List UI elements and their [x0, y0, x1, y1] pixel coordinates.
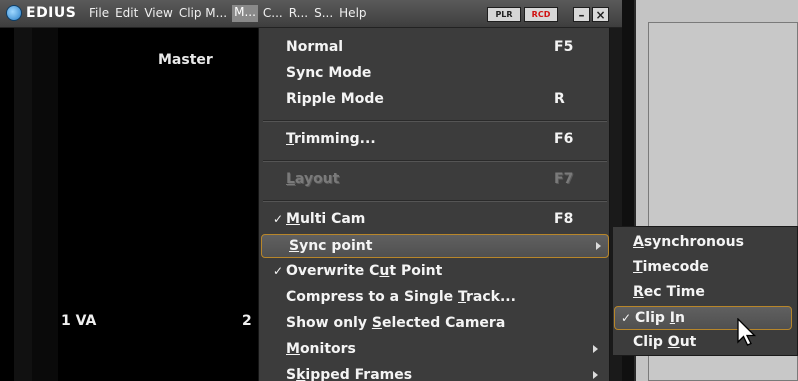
menu-item-label: Ripple Mode — [286, 91, 384, 107]
menu-item[interactable]: Trimming... F6 — [259, 128, 611, 152]
menu-item[interactable]: Compress to a Single Track... — [259, 286, 611, 310]
title-bar: EDIUS File Edit View Clip M... M... C... R... S… — [0, 0, 622, 28]
submenu-item-label: Rec Time — [633, 284, 705, 300]
menu-item-shortcut: F5 — [554, 39, 574, 55]
menu-item[interactable]: ✓ Overwrite Cut Point — [259, 260, 611, 284]
menu-item-label: Layout — [286, 171, 340, 187]
minimize-button[interactable]: – — [573, 7, 590, 22]
app-logo: EDIUS — [6, 5, 76, 21]
menubar-item[interactable]: R... — [288, 6, 309, 22]
track-number: 2 — [242, 313, 252, 329]
menu-separator — [263, 160, 607, 162]
menu-bar: File Edit View Clip M... M... C... R... S... Hel… — [88, 5, 368, 22]
panel-strip — [32, 28, 58, 381]
submenu-item-label: Timecode — [633, 259, 709, 275]
menu-separator — [263, 120, 607, 122]
submenu-arrow-icon — [593, 371, 598, 379]
submenu-arrow-icon — [593, 345, 598, 353]
menu-item-shortcut: F8 — [554, 211, 574, 227]
menu-item[interactable]: Normal F5 — [259, 36, 611, 60]
submenu-item[interactable]: ✓ Clip In — [614, 306, 792, 330]
menu-item-label: Monitors — [286, 341, 356, 357]
menu-item-shortcut: F6 — [554, 131, 574, 147]
submenu-item[interactable]: Asynchronous — [613, 231, 797, 255]
edius-logo-icon — [6, 5, 22, 21]
panel-strip — [14, 28, 32, 381]
menu-item[interactable]: Sync Mode — [259, 62, 611, 86]
master-label: Master — [158, 52, 213, 68]
menubar-item[interactable]: File — [88, 6, 110, 22]
submenu-item[interactable]: Rec Time — [613, 281, 797, 305]
menu-item-label: Show only Selected Camera — [286, 315, 506, 331]
menu-separator — [263, 200, 607, 202]
checkmark-icon: ✓ — [621, 311, 632, 325]
menu-item-shortcut: R — [554, 91, 565, 107]
menubar-item[interactable]: M... — [232, 5, 258, 22]
menu-item[interactable]: Ripple Mode R — [259, 88, 611, 112]
submenu-item[interactable]: Clip Out — [613, 331, 797, 355]
menu-item-label: Multi Cam — [286, 211, 366, 227]
menubar-item[interactable]: Edit — [114, 6, 139, 22]
menu-item[interactable]: ✓ Multi Cam F8 — [259, 208, 611, 232]
menu-item-label: Overwrite Cut Point — [286, 263, 443, 279]
checkmark-icon: ✓ — [273, 264, 284, 278]
menu-item[interactable]: Skipped Frames — [259, 364, 611, 381]
sync-point-submenu: Asynchronous Timecode Rec Time ✓ Clip In Clip… — [612, 226, 798, 356]
menu-item-label: Sync Mode — [286, 65, 372, 81]
menu-item-shortcut: F7 — [554, 171, 574, 187]
menu-item[interactable]: Show only Selected Camera — [259, 312, 611, 336]
submenu-item-label: Asynchronous — [633, 234, 744, 250]
submenu-item-label: Clip In — [635, 310, 685, 326]
app-name: EDIUS — [26, 5, 77, 21]
menu-item-label: Sync point — [289, 238, 373, 254]
track-label: 1 VA — [61, 313, 97, 329]
submenu-arrow-icon — [596, 242, 601, 250]
submenu-item[interactable]: Timecode — [613, 256, 797, 280]
menubar-item[interactable]: S... — [313, 6, 334, 22]
plr-button[interactable]: PLR — [487, 7, 521, 22]
menu-item[interactable]: Sync point — [261, 234, 609, 258]
close-button[interactable]: × — [592, 7, 609, 22]
rcd-button[interactable]: RCD — [524, 7, 558, 22]
checkmark-icon: ✓ — [273, 212, 284, 226]
menu-item[interactable]: Monitors — [259, 338, 611, 362]
submenu-item-label: Clip Out — [633, 334, 697, 350]
menu-item: Layout F7 — [259, 168, 611, 192]
menubar-item[interactable]: Help — [338, 6, 367, 22]
mode-menu: Normal F5 Sync Mode Ripple Mode R Trimming...… — [258, 28, 610, 381]
menu-item-label: Normal — [286, 39, 344, 55]
menubar-item[interactable]: View — [143, 6, 173, 22]
menu-item-label: Skipped Frames — [286, 367, 413, 381]
menubar-item[interactable]: Clip M... — [178, 6, 228, 22]
mouse-cursor-icon — [737, 318, 757, 346]
menubar-item[interactable]: C... — [262, 6, 284, 22]
menu-item-label: Trimming... — [286, 131, 376, 147]
menu-item-label: Compress to a Single Track... — [286, 289, 516, 305]
